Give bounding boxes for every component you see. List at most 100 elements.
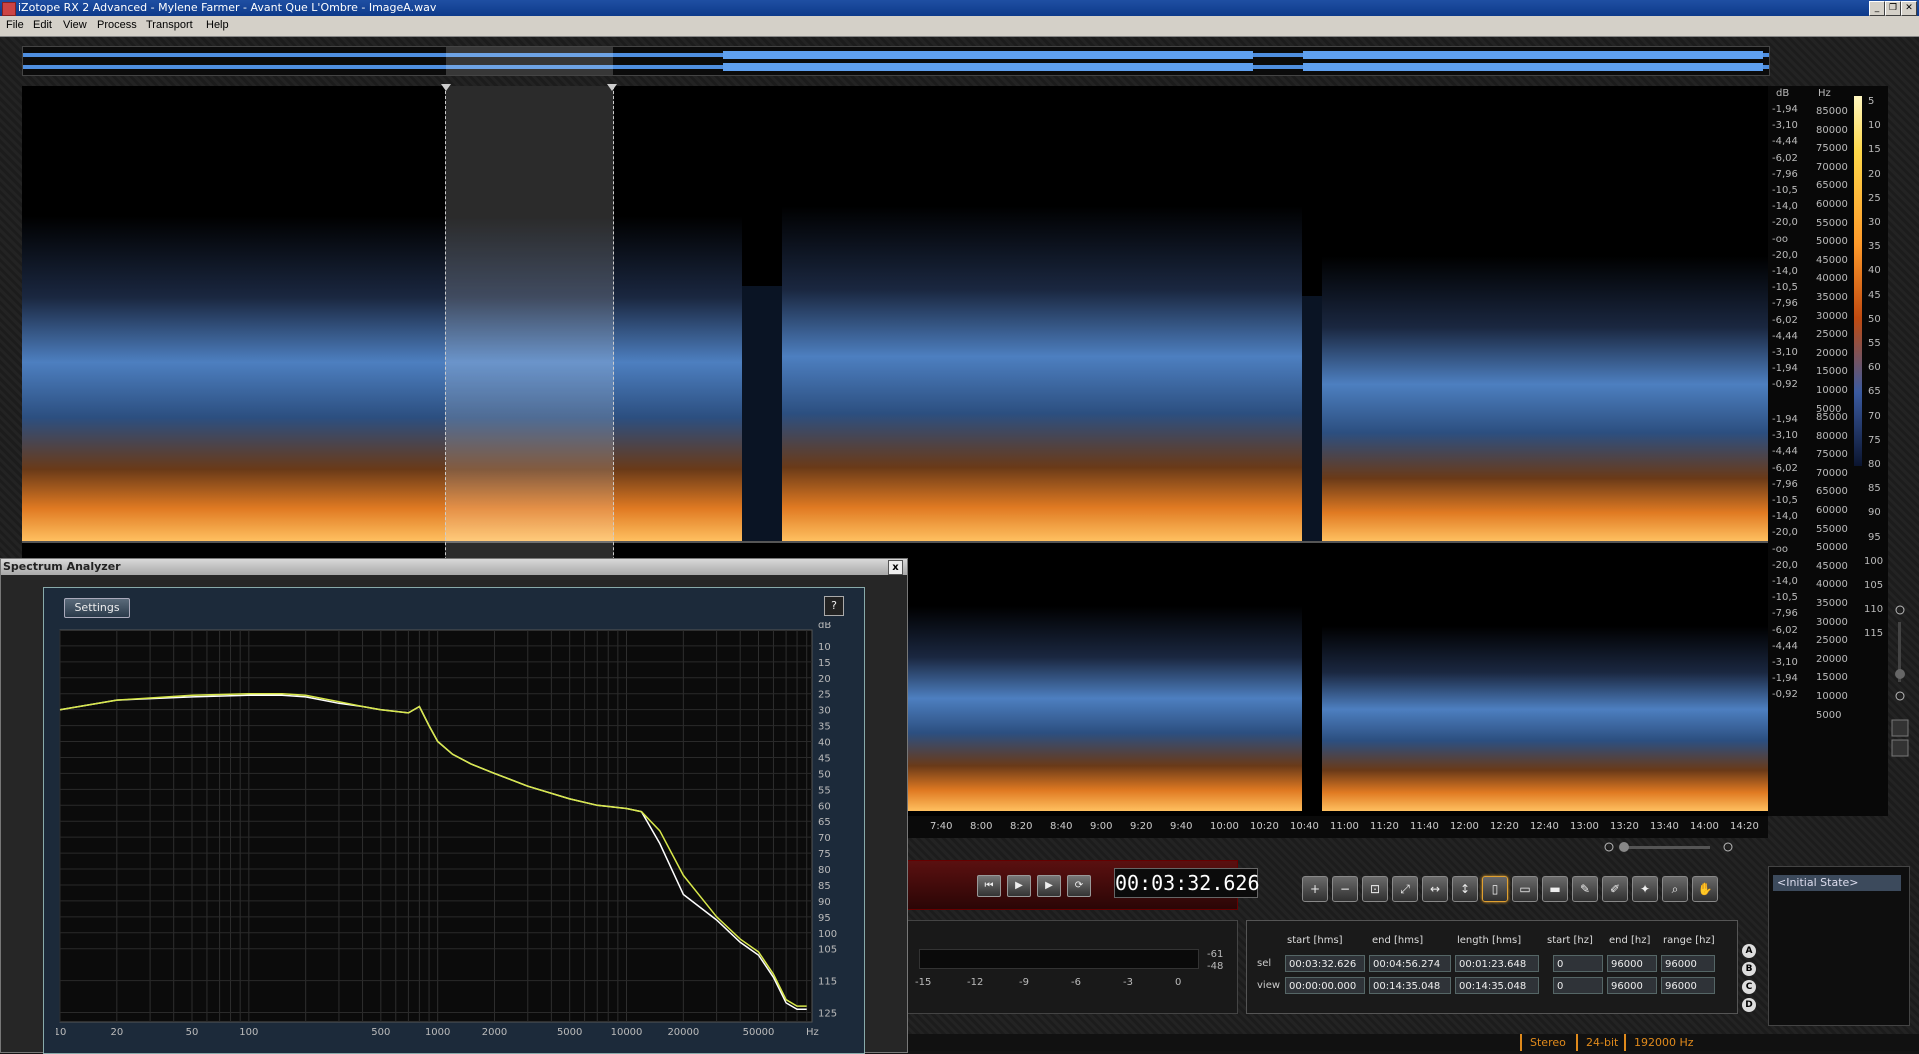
menu-edit[interactable]: Edit [33, 19, 52, 31]
selection-field[interactable]: 00:00:00.000 [1285, 977, 1365, 994]
loop-button[interactable]: ⟳ [1067, 875, 1091, 897]
help-button[interactable]: ? [824, 596, 844, 616]
y-tick-label: 50 [818, 769, 831, 780]
zoom-frequency-tool[interactable]: ↕ [1452, 876, 1478, 902]
colorbar-tick-label: 30 [1868, 217, 1881, 228]
colorbar-tick-label: 65 [1868, 386, 1881, 398]
skip-to-start-button[interactable]: ⏮ [977, 875, 1001, 897]
time-tick-label: 13:00 [1570, 821, 1599, 832]
hz-tick-label: 55000 [1816, 523, 1848, 535]
c-button[interactable]: C [1742, 980, 1756, 994]
wand-select-tool[interactable]: ✦ [1632, 876, 1658, 902]
colorbar-tick-label: 15 [1868, 144, 1881, 156]
window-titlebar: iZotope RX 2 Advanced - Mylene Farmer - … [0, 0, 1919, 16]
time-select-tool[interactable]: ▯ [1482, 876, 1508, 902]
selection-field[interactable]: 96000 [1661, 955, 1715, 972]
time-tick-label: 9:00 [1090, 821, 1113, 832]
settings-button[interactable]: Settings [64, 598, 130, 618]
spectrum-chart: 10 15 20 25 30 35 40 45 50 55 60 65 70 75 80 85 90 95 100 1… [56, 622, 837, 1038]
horizontal-zoom[interactable] [906, 838, 1906, 858]
hz-tick-label: 30000 [1816, 616, 1848, 628]
x-tick-label: 20 [110, 1027, 123, 1038]
menu-process[interactable]: Process [97, 19, 137, 31]
menu-transport[interactable]: Transport [146, 19, 193, 31]
d-button[interactable]: D [1742, 998, 1756, 1012]
a-button[interactable]: A [1742, 944, 1756, 958]
db-tick-label: -3,10 [1772, 657, 1798, 668]
hand-tool[interactable]: ✋ [1692, 876, 1718, 902]
meter-tick-label: -12 [967, 977, 984, 988]
selection-field[interactable]: 96000 [1661, 977, 1715, 994]
spectrum-analyzer-close-button[interactable]: x [888, 560, 903, 575]
selection-field[interactable]: 00:03:32.626 [1285, 955, 1365, 972]
selection-field[interactable]: 00:14:35.048 [1369, 977, 1451, 994]
y-tick-label: 95 [818, 913, 831, 924]
selection-start-handle[interactable] [441, 84, 451, 91]
menu-view[interactable]: View [63, 19, 87, 31]
status-samplerate: 192000 Hz [1624, 1034, 1694, 1051]
time-display: 00:03:32.626 [1114, 868, 1260, 898]
selection-field[interactable]: 0 [1553, 955, 1603, 972]
b-button[interactable]: B [1742, 962, 1756, 976]
minimize-icon[interactable]: _ [1869, 1, 1885, 16]
play-selection-button[interactable]: ▶ [1037, 875, 1061, 897]
time-tick-label: 11:40 [1410, 821, 1439, 832]
colorbar-tick-label: 110 [1864, 604, 1884, 616]
zoom-out-tool[interactable]: − [1332, 876, 1358, 902]
y-tick-label: 90 [818, 897, 831, 908]
column-header: end [hz] [1609, 935, 1651, 946]
app-icon [2, 2, 16, 16]
brush-select-tool[interactable]: ✐ [1602, 876, 1628, 902]
menu-file[interactable]: File [6, 19, 24, 31]
zoom-time-tool[interactable]: ↔ [1422, 876, 1448, 902]
db-tick-label: -3,10 [1772, 347, 1798, 358]
play-button[interactable]: ▶ [1007, 875, 1031, 897]
db-tick-label: -14,0 [1772, 511, 1798, 523]
menu-help[interactable]: Help [206, 19, 229, 31]
colorbar-tick-label: 25 [1868, 192, 1881, 204]
magnify-tool[interactable]: ⌕ [1662, 876, 1688, 902]
x-tick-label: 500 [371, 1027, 390, 1038]
time-tick-label: 12:40 [1530, 821, 1559, 832]
zoom-in-tool[interactable]: + [1302, 876, 1328, 902]
selection-field[interactable]: 96000 [1607, 955, 1657, 972]
selection-end-handle[interactable] [607, 84, 617, 91]
zoom-fit-tool[interactable]: ⤢ [1392, 876, 1418, 902]
freq-select-tool[interactable]: ▬ [1542, 876, 1568, 902]
waveform-overview[interactable] [22, 46, 1770, 76]
vertical-zoom[interactable] [1888, 600, 1912, 800]
db-tick-label: -20,0 [1772, 527, 1798, 539]
colorbar-tick-label: 60 [1868, 362, 1881, 374]
spectrum-analyzer-titlebar[interactable]: Spectrum Analyzer x [1, 559, 907, 575]
selection-field[interactable]: 00:04:56.274 [1369, 955, 1451, 972]
db-tick-label: -7,96 [1772, 168, 1798, 180]
x-axis-unit: Hz [806, 1027, 819, 1038]
selection-field[interactable]: 96000 [1607, 977, 1657, 994]
spectrum-analyzer-title: Spectrum Analyzer [3, 560, 121, 573]
hz-tick-label: 15000 [1816, 672, 1848, 684]
colorbar-tick-label: 35 [1868, 241, 1881, 253]
meter-tick-label: 0 [1175, 977, 1182, 988]
x-tick-label: 1000 [425, 1027, 450, 1038]
meter-track [919, 949, 1199, 969]
colorbar-tick-label: 105 [1864, 580, 1884, 591]
hz-tick-label: 80000 [1816, 430, 1848, 442]
zoom-selection-tool[interactable]: ⊡ [1362, 876, 1388, 902]
lasso-select-tool[interactable]: ✎ [1572, 876, 1598, 902]
time-tick-label: 10:40 [1290, 821, 1319, 832]
y-tick-label: 75 [818, 849, 831, 860]
selection-field[interactable]: 0 [1553, 977, 1603, 994]
close-icon[interactable]: ✕ [1901, 1, 1917, 16]
history-item[interactable]: <Initial State> [1773, 875, 1901, 891]
db-tick-label: -3,10 [1772, 430, 1798, 442]
selection-field[interactable]: 00:14:35.048 [1455, 977, 1539, 994]
menu-bar: File Edit View Process Transport Help [0, 16, 1919, 37]
x-tick-label: 2000 [482, 1027, 507, 1038]
restore-icon[interactable]: ❐ [1885, 1, 1901, 16]
colorbar-tick-label: 55 [1868, 338, 1881, 349]
colorbar-tick-label: 80 [1868, 459, 1881, 470]
selection-field[interactable]: 00:01:23.648 [1455, 955, 1539, 972]
row-label: view [1257, 980, 1281, 991]
rect-select-tool[interactable]: ▭ [1512, 876, 1538, 902]
time-ruler[interactable]: 7:40 8:00 8:20 8:40 9:00 9:20 9:40 10:00 10:20 10… [906, 816, 1768, 838]
